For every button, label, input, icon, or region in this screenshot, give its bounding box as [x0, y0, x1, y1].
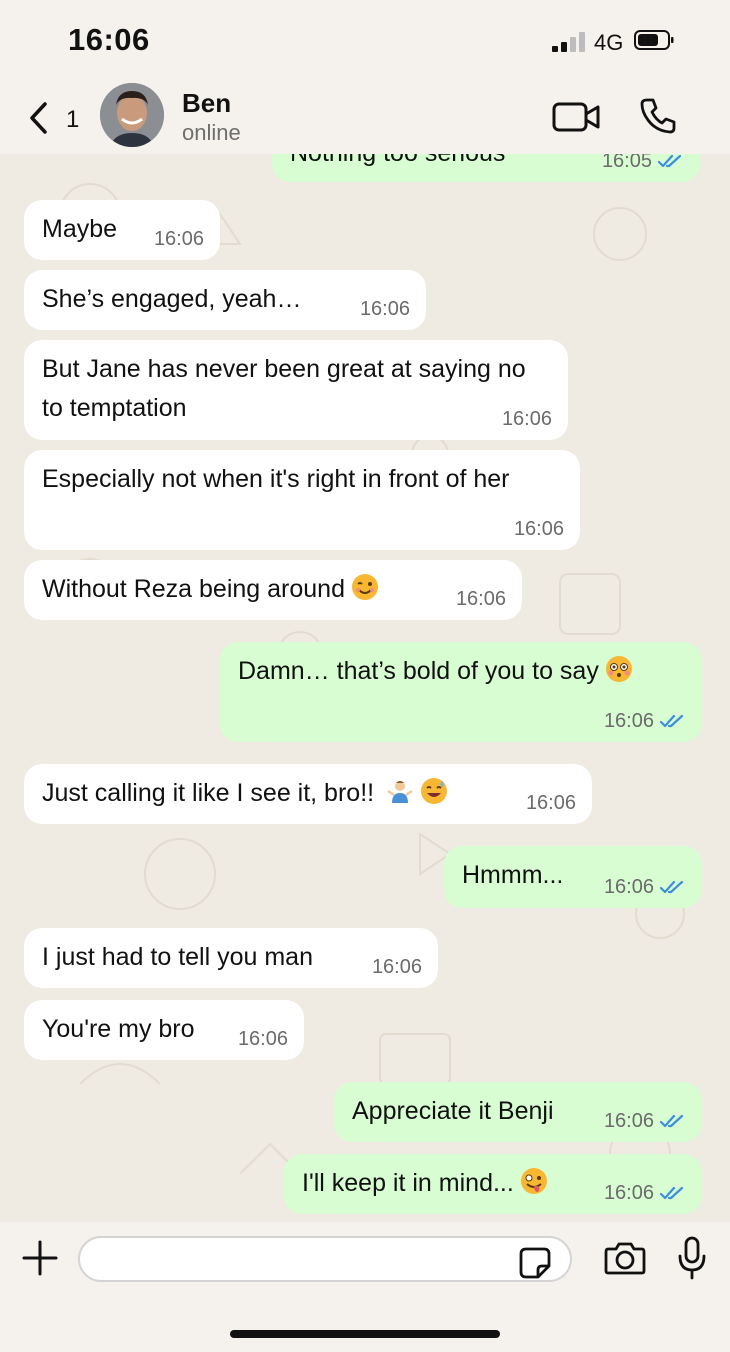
message-time: 16:06 [603, 1110, 654, 1132]
message-time: 16:06 [237, 1028, 288, 1050]
message-time: 16:06 [603, 1182, 654, 1204]
message-meta: 16:06 [604, 1110, 686, 1132]
message-meta: 16:06 [238, 1028, 288, 1050]
message-text: Just calling it like I see it, bro!! [42, 779, 375, 807]
home-indicator[interactable] [230, 1330, 500, 1338]
message-meta: 16:05 [602, 154, 684, 172]
message-text: But Jane has never been great at saying … [42, 355, 526, 422]
status-time: 16:06 [68, 22, 150, 57]
network-label: 4G [594, 30, 624, 55]
message-bubble-incoming[interactable]: But Jane has never been great at saying … [24, 340, 568, 440]
zany-face-icon [520, 1168, 547, 1194]
message-time: 16:06 [603, 710, 654, 732]
message-meta: 16:06 [502, 408, 552, 430]
message-time: 16:06 [603, 876, 654, 898]
contact-status: online [182, 120, 241, 145]
plus-icon[interactable] [22, 1240, 58, 1276]
message-meta: 16:06 [514, 518, 564, 540]
sticker-icon[interactable] [518, 1246, 552, 1280]
message-text: Especially not when it's right in front … [42, 465, 510, 493]
message-bubble-outgoing[interactable]: Damn… that’s bold of you to say 16:06 [220, 642, 702, 742]
signal-icon [552, 30, 586, 52]
message-content: Without Reza being around [42, 570, 504, 609]
shrugging-person-icon [387, 781, 413, 803]
microphone-icon[interactable] [678, 1236, 706, 1280]
message-meta: 16:06 [154, 228, 204, 250]
message-input[interactable] [96, 1244, 520, 1276]
video-call-icon[interactable] [552, 100, 602, 134]
message-meta: 16:06 [604, 1182, 686, 1204]
message-bubble-incoming[interactable]: Without Reza being around 16:06 [24, 560, 522, 620]
message-bubble-outgoing[interactable]: Hmmm... 16:06 [444, 846, 702, 908]
message-time: 16:06 [153, 228, 204, 250]
grinning-sweat-face-icon [421, 778, 448, 804]
message-meta: 16:06 [604, 876, 686, 898]
message-content: Damn… that’s bold of you to say [238, 652, 684, 691]
message-bubble-outgoing[interactable]: Nothing too serious 16:05 [272, 154, 700, 182]
camera-icon[interactable] [604, 1240, 646, 1276]
message-time: 16:06 [501, 408, 552, 430]
message-text: She’s engaged, yeah… [42, 285, 302, 313]
message-time: 16:06 [513, 518, 564, 540]
read-receipt-icon [660, 880, 684, 894]
message-time: 16:06 [525, 792, 576, 814]
message-text: I'll keep it in mind... [302, 1169, 514, 1197]
message-meta: 16:06 [526, 792, 576, 814]
back-chevron-icon[interactable] [24, 98, 54, 138]
message-meta: 16:06 [372, 956, 422, 978]
message-text: I just had to tell you man [42, 943, 313, 971]
contact-name[interactable]: Ben [182, 88, 231, 119]
message-text: Without Reza being around [42, 575, 345, 603]
battery-icon [634, 30, 674, 50]
message-text: Damn… that’s bold of you to say [238, 657, 599, 685]
phone-icon[interactable] [638, 96, 678, 136]
message-time: 16:05 [601, 154, 652, 172]
avatar[interactable] [100, 83, 164, 147]
read-receipt-icon [660, 1114, 684, 1128]
message-bubble-outgoing[interactable]: I'll keep it in mind... 16:06 [284, 1154, 702, 1214]
status-bar: 16:06 4G [0, 0, 730, 80]
read-receipt-icon [660, 1186, 684, 1200]
flushed-face-icon [605, 656, 632, 682]
message-bubble-incoming[interactable]: She’s engaged, yeah… 16:06 [24, 270, 426, 330]
message-time: 16:06 [455, 588, 506, 610]
unread-count[interactable]: 1 [66, 106, 79, 134]
read-receipt-icon [658, 154, 682, 168]
message-bubble-incoming[interactable]: Just calling it like I see it, bro!! 16:… [24, 764, 592, 824]
message-bubble-incoming[interactable]: I just had to tell you man 16:06 [24, 928, 438, 988]
message-content: Just calling it like I see it, bro!! [42, 774, 574, 813]
chat-header: 1 Ben online [0, 80, 730, 154]
read-receipt-icon [660, 714, 684, 728]
message-time: 16:06 [371, 956, 422, 978]
message-bubble-incoming[interactable]: You're my bro 16:06 [24, 1000, 304, 1060]
message-meta: 16:06 [604, 710, 686, 732]
message-bubble-incoming[interactable]: Maybe 16:06 [24, 200, 220, 260]
message-time: 16:06 [359, 298, 410, 320]
message-meta: 16:06 [360, 298, 410, 320]
message-bubble-incoming[interactable]: Especially not when it's right in front … [24, 450, 580, 550]
message-meta: 16:06 [456, 588, 506, 610]
message-input-box[interactable] [78, 1236, 572, 1282]
winking-face-icon [351, 574, 378, 600]
message-bubble-outgoing[interactable]: Appreciate it Benji 16:06 [334, 1082, 702, 1142]
chat-area[interactable]: Nothing too serious 16:05 Maybe 16:06 Sh… [0, 154, 730, 1222]
